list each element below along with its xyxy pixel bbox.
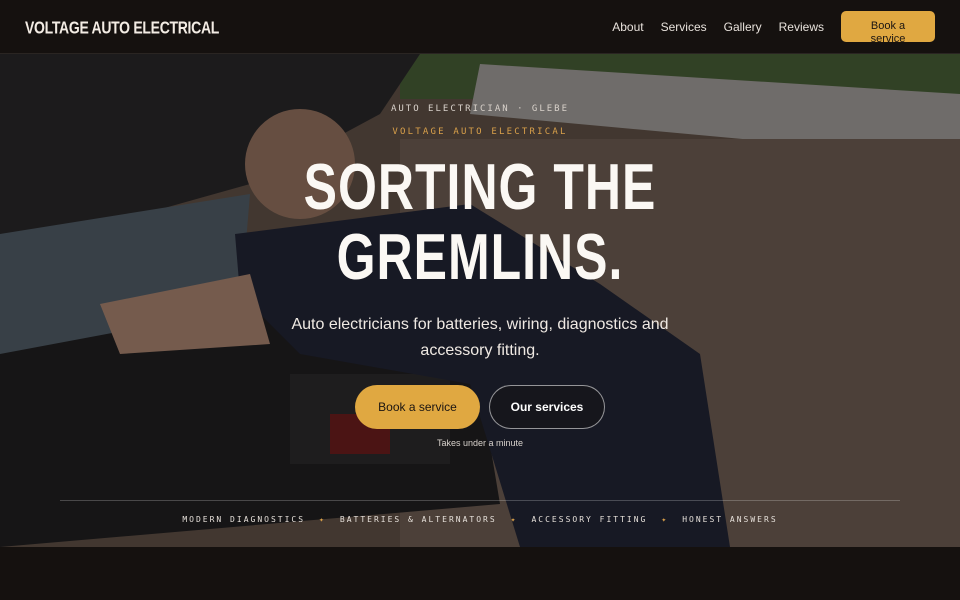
nav-book-service-button[interactable]: Book a service [841, 11, 935, 45]
nav-link-about[interactable]: About [612, 20, 643, 34]
hero-divider [60, 500, 900, 501]
feature-item: BATTERIES & ALTERNATORS [339, 515, 497, 524]
next-section [0, 547, 960, 600]
hero-book-service-button[interactable]: Book a service [355, 385, 480, 429]
hero-our-services-button[interactable]: Our services [489, 385, 605, 429]
nav-link-services[interactable]: Services [661, 20, 707, 34]
hero-headline: SORTING THE GREMLINS. [0, 151, 960, 294]
feature-strip: MODERN DIAGNOSTICS ✦ BATTERIES & ALTERNA… [0, 515, 960, 524]
diamond-icon: ✦ [319, 515, 326, 524]
nav-link-reviews[interactable]: Reviews [779, 20, 824, 34]
nav-link-gallery[interactable]: Gallery [724, 20, 762, 34]
feature-item: ACCESSORY FITTING [531, 515, 648, 524]
diamond-icon: ✦ [510, 515, 518, 524]
nav-menu: About Services Gallery Reviews Book a se… [612, 11, 935, 45]
diamond-icon: ✦ [661, 515, 669, 524]
hero-section: AUTO ELECTRICIAN · GLEBE VOLTAGE AUTO EL… [0, 54, 960, 547]
hero-brand-line: VOLTAGE AUTO ELECTRICAL [392, 127, 568, 137]
hero-subtitle: Auto electricians for batteries, wiring,… [291, 316, 669, 359]
hero-headline-line-2: GREMLINS. [336, 220, 624, 294]
top-nav: VOLTAGE AUTO ELECTRICAL About Services G… [0, 0, 960, 54]
booking-time-note: Takes under a minute [436, 438, 524, 448]
feature-item: MODERN DIAGNOSTICS [182, 515, 306, 524]
feature-item: HONEST ANSWERS [682, 515, 778, 524]
site-logo[interactable]: VOLTAGE AUTO ELECTRICAL [25, 17, 219, 37]
hero-kicker: AUTO ELECTRICIAN · GLEBE [390, 104, 570, 114]
